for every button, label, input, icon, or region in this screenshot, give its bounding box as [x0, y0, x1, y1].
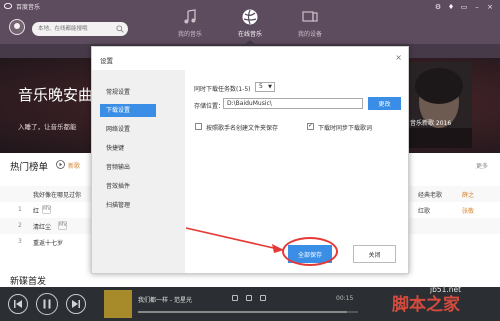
annotation-arrow-icon — [185, 227, 284, 253]
